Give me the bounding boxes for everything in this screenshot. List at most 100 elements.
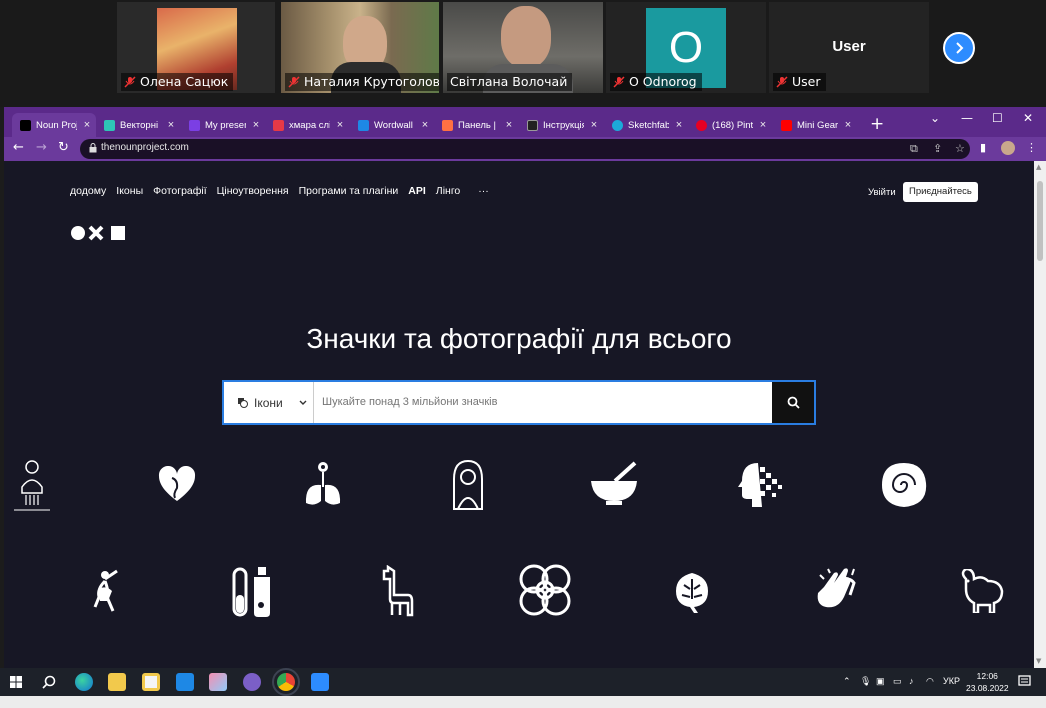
lock-icon[interactable]: [89, 143, 97, 153]
tab-3[interactable]: My present×: [181, 113, 265, 137]
nav-icons[interactable]: Іконы: [116, 185, 143, 197]
close-icon[interactable]: ×: [420, 119, 430, 131]
notification-icon[interactable]: [1018, 675, 1031, 688]
file-explorer-icon[interactable]: [108, 673, 126, 691]
participant-tile-3-active-speaker[interactable]: Світлана Волочай: [443, 2, 603, 93]
next-page-button[interactable]: [943, 32, 975, 64]
new-tab-button[interactable]: +: [870, 115, 884, 133]
nav-home[interactable]: додому: [70, 185, 106, 197]
camera-icon[interactable]: ▣: [876, 676, 885, 687]
join-button[interactable]: Приєднайтесь: [903, 182, 978, 202]
close-icon[interactable]: ×: [674, 119, 684, 131]
tab-search-button[interactable]: ⌄: [930, 111, 940, 125]
menu-dots-icon[interactable]: ⋮: [1026, 141, 1037, 154]
nav-pricing[interactable]: Ціноутворення: [217, 185, 289, 197]
url-bar[interactable]: thenounproject.com ⧉ ⇪ ☆: [80, 139, 970, 159]
lungs-flower-icon[interactable]: [304, 461, 342, 509]
tab-5[interactable]: Wordwall | ×: [350, 113, 434, 137]
close-icon[interactable]: ×: [251, 119, 261, 131]
chrome-icon[interactable]: [272, 668, 300, 696]
page-scrollbar[interactable]: ▲ ▼: [1034, 161, 1046, 668]
zoom-icon[interactable]: [311, 673, 329, 691]
tab-2[interactable]: Векторні ік×: [96, 113, 180, 137]
close-icon[interactable]: ×: [504, 119, 514, 131]
store-icon[interactable]: [142, 673, 160, 691]
reload-icon[interactable]: ↻: [58, 140, 69, 155]
noun-project-logo[interactable]: [70, 224, 130, 242]
tray-chevron-up-icon[interactable]: ⌃: [843, 676, 851, 687]
participant-tile-1[interactable]: Олена Сацюк: [117, 2, 275, 93]
clapping-hands-icon[interactable]: [814, 565, 862, 615]
monstera-leaf-icon[interactable]: [674, 571, 710, 613]
word-cloud-favicon-icon: [273, 119, 284, 131]
scroll-up-icon[interactable]: ▲: [1036, 163, 1041, 171]
volume-icon[interactable]: ♪: [909, 676, 914, 686]
tab-6[interactable]: Панель | P×: [434, 113, 518, 137]
maximize-button[interactable]: ☐: [992, 111, 1003, 125]
noun-project-page: додому Іконы Фотографії Ціноутворення Пр…: [4, 161, 1034, 668]
side-panel-icon[interactable]: ▮: [980, 141, 986, 154]
aries-ram-icon[interactable]: [958, 569, 1006, 613]
participant-tile-4[interactable]: O O Odnorog: [606, 2, 766, 93]
tab-1[interactable]: Noun Proje×: [12, 113, 96, 137]
close-icon[interactable]: ×: [82, 119, 92, 131]
nav-more[interactable]: ···: [478, 185, 489, 197]
address-bar-row: ← → ↻ thenounproject.com ⧉ ⇪ ☆ ▮ ⋮: [4, 137, 1046, 161]
participant-tile-2[interactable]: Наталия Крутоголов: [281, 2, 439, 93]
viber-icon[interactable]: [243, 673, 261, 691]
tab-10[interactable]: Mini Gear ×: [773, 113, 857, 137]
search-input[interactable]: [322, 382, 762, 423]
woman-portrait-icon[interactable]: [450, 459, 486, 511]
system-clock[interactable]: 12:06 23.08.2022: [966, 670, 1009, 694]
nav-photos[interactable]: Фотографії: [153, 185, 207, 197]
paint-icon[interactable]: [209, 673, 227, 691]
mail-icon[interactable]: [176, 673, 194, 691]
tab-8[interactable]: Sketchfab ×: [604, 113, 688, 137]
participant-tile-5[interactable]: User User: [769, 2, 929, 93]
main-nav: додому Іконы Фотографії Ціноутворення Пр…: [70, 185, 489, 197]
star-icon[interactable]: ☆: [955, 142, 965, 155]
noun-project-favicon-icon: [20, 119, 31, 131]
forward-arrow-icon[interactable]: →: [36, 140, 47, 155]
fossil-shell-icon[interactable]: [880, 461, 928, 509]
search-category-select[interactable]: Ікони: [224, 382, 314, 423]
wifi-icon[interactable]: ◠: [926, 676, 934, 687]
edge-icon[interactable]: [75, 673, 93, 691]
windows-start-icon[interactable]: [10, 676, 22, 688]
nav-api[interactable]: API: [408, 185, 426, 197]
close-icon[interactable]: ×: [843, 119, 853, 131]
close-icon[interactable]: ×: [335, 119, 345, 131]
celtic-knot-icon[interactable]: [518, 563, 572, 617]
share-icon[interactable]: ⇪: [933, 142, 942, 155]
search-icon[interactable]: [42, 675, 56, 689]
tab-9[interactable]: (168) Pinter×: [688, 113, 772, 137]
url-text[interactable]: thenounproject.com: [101, 142, 189, 153]
input-language[interactable]: УКР: [943, 676, 960, 686]
close-icon[interactable]: ×: [758, 119, 768, 131]
mortar-pestle-icon[interactable]: [589, 461, 639, 507]
test-tubes-icon[interactable]: [230, 565, 280, 619]
scroll-down-icon[interactable]: ▼: [1036, 657, 1041, 665]
close-icon[interactable]: ×: [589, 119, 599, 131]
tab-4[interactable]: хмара слів×: [265, 113, 349, 137]
close-icon[interactable]: ×: [166, 119, 176, 131]
minimize-button[interactable]: —: [961, 111, 973, 125]
battery-icon[interactable]: ▭: [893, 676, 902, 687]
llama-icon[interactable]: [380, 565, 416, 617]
scrollbar-thumb[interactable]: [1037, 181, 1043, 261]
tab-7[interactable]: Інструкція ×: [519, 113, 603, 137]
back-arrow-icon[interactable]: ←: [13, 140, 24, 155]
profile-avatar[interactable]: [1001, 141, 1015, 155]
meditation-figure-icon[interactable]: [14, 457, 50, 513]
pixel-head-icon[interactable]: [738, 461, 784, 507]
login-link[interactable]: Увійти: [868, 187, 896, 198]
search-button[interactable]: [772, 382, 814, 423]
nav-lingo[interactable]: Лінго: [436, 185, 460, 197]
dancer-icon[interactable]: [88, 567, 122, 617]
icons-category-icon: [238, 398, 248, 408]
heart-face-icon[interactable]: [158, 466, 196, 504]
nav-apps-plugins[interactable]: Програми та плагіни: [299, 185, 399, 197]
translate-icon[interactable]: ⧉: [910, 142, 918, 156]
close-window-button[interactable]: ✕: [1023, 111, 1033, 125]
microphone-icon[interactable]: 🎙: [860, 676, 871, 687]
